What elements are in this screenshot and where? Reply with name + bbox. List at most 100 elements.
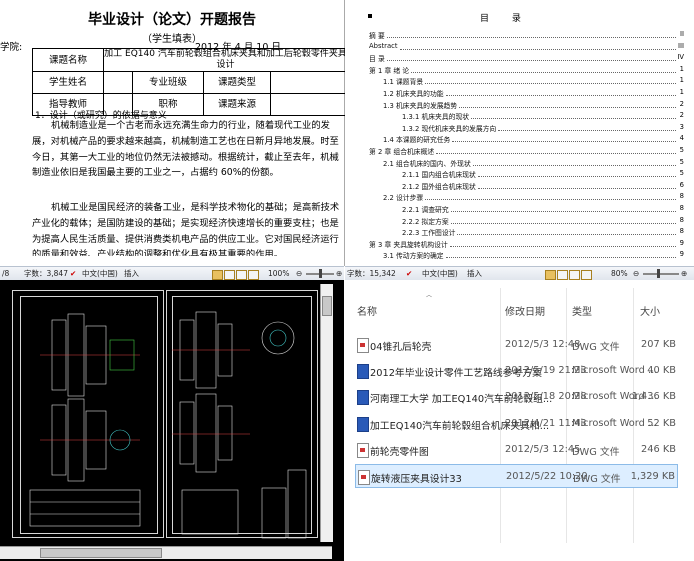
- zoom-in-icon[interactable]: ⊕: [336, 267, 342, 281]
- word-count[interactable]: 字数：3,847: [24, 267, 68, 281]
- file-row[interactable]: 04锥孔后轮壳 2012/5/3 12:48 DWG 文件 207 KB: [355, 333, 678, 357]
- toc-entry[interactable]: 1.2 机床夹具的功能: [383, 88, 444, 98]
- file-size: 1,329 KB: [630, 471, 675, 482]
- student-name-label: 学生姓名: [32, 71, 104, 94]
- file-date: 2012/5/3 12:45: [505, 443, 581, 455]
- toc-leader-dots: [473, 164, 676, 166]
- toc-entry[interactable]: 1.1 课题背景: [383, 76, 423, 86]
- toc-print-layout-icon[interactable]: [545, 270, 556, 280]
- page-count: /8: [2, 269, 10, 278]
- file-name: 04锥孔后轮壳: [370, 342, 432, 353]
- toc-entry[interactable]: 2.2.3 工作图设计: [402, 227, 455, 237]
- toc-leader-dots: [452, 141, 676, 143]
- file-type: DWG 文件: [572, 342, 620, 353]
- column-header-size[interactable]: 大小: [640, 303, 660, 318]
- word-file-icon: [357, 416, 369, 432]
- toc-leader-dots: [478, 187, 676, 189]
- toc-entry[interactable]: 2.2 设计步骤: [383, 192, 423, 202]
- toc-entry[interactable]: 目 录: [369, 53, 385, 63]
- column-header-date[interactable]: 修改日期: [505, 303, 545, 318]
- toc-zoom-out-icon[interactable]: ⊖: [633, 267, 639, 281]
- column-header-type[interactable]: 类型: [572, 303, 592, 318]
- reading-view-icon[interactable]: [224, 270, 235, 280]
- toc-leader-dots: [451, 222, 676, 224]
- cad-vertical-scrollbar[interactable]: [320, 284, 333, 542]
- file-size: 1,436 KB: [631, 391, 676, 403]
- cad-horizontal-scrollbar-thumb[interactable]: [40, 548, 162, 558]
- cad-vertical-scrollbar-thumb[interactable]: [322, 296, 332, 316]
- toc-page-number: 8: [679, 204, 684, 212]
- toc-entry[interactable]: 1.3.2 现代机床夹具的发展方向: [402, 123, 496, 133]
- fixture-drawing-2: [172, 311, 307, 539]
- toc-page-number: 9: [679, 238, 684, 247]
- toc-page-number: IV: [677, 53, 684, 62]
- toc-page-number: 2: [679, 99, 684, 108]
- toc-page-number: II: [679, 30, 684, 38]
- toc-entry[interactable]: 2.2.2 拟定方案: [402, 216, 449, 226]
- major-label: 专业班级: [132, 71, 204, 94]
- toc-entry[interactable]: 第 1 章 绪 论: [369, 65, 409, 75]
- toc-entry[interactable]: 3.1 传动方案的确定: [383, 250, 444, 260]
- toc-zoom-level[interactable]: 80%: [611, 267, 628, 281]
- file-row[interactable]: 前轮壳零件图 2012/5/3 12:45 DWG 文件 246 KB: [355, 438, 678, 462]
- toc-entry[interactable]: 2.1.1 国内组合机床现状: [402, 169, 476, 179]
- toc-page-number: 5: [679, 146, 684, 154]
- file-row[interactable]: 旋转液压夹具设计33 2012/5/22 10:20 DWG 文件 1,329 KB: [355, 464, 678, 488]
- toc-word-count[interactable]: 字数：15,342: [347, 267, 396, 281]
- toc-insert-mode[interactable]: 插入: [467, 267, 482, 281]
- topic-label: 课题名称: [32, 48, 104, 72]
- toc-entry[interactable]: 1.3.1 机床夹具的现状: [402, 111, 469, 121]
- toc-entry[interactable]: 摘 要: [369, 30, 385, 40]
- document-subtitle: （学生填表）: [142, 34, 202, 45]
- toc-zoom-slider-handle[interactable]: [657, 269, 660, 278]
- toc-entry[interactable]: 第 3 章 夹具旋转机构设计: [369, 239, 448, 249]
- web-layout-view-icon[interactable]: [236, 270, 247, 280]
- toc-language-indicator[interactable]: 中文(中国): [422, 267, 458, 281]
- toc-zoom-slider[interactable]: [643, 273, 679, 275]
- toc-proofing-icon[interactable]: ✔: [406, 267, 412, 281]
- toc-outline-view-icon[interactable]: [581, 270, 592, 280]
- toc-entry[interactable]: 第 2 章 组合机床概述: [369, 146, 434, 156]
- topic-value: 加工 EQ140 汽车前轮毂组合机床夹具和加工后轮毂零件夹具设计: [103, 48, 348, 72]
- file-size: 246 KB: [641, 443, 676, 455]
- print-layout-view-icon[interactable]: [212, 270, 223, 280]
- toc-web-layout-icon[interactable]: [569, 270, 580, 280]
- file-size: 52 KB: [647, 417, 676, 429]
- file-row[interactable]: 2012年毕业设计零件工艺路线参考方案 2012/5/19 21:23 Micros…: [355, 359, 678, 383]
- word-file-icon: [357, 390, 369, 406]
- toc-entry[interactable]: 2.1.2 国外组合机床现状: [402, 181, 476, 191]
- zoom-level[interactable]: 100%: [268, 267, 289, 281]
- toc-leader-dots: [425, 83, 676, 85]
- outline-view-icon[interactable]: [248, 270, 259, 280]
- zoom-out-icon[interactable]: ⊖: [296, 267, 302, 281]
- paragraph-2: 机械工业是国民经济的装备工业，是科学技术物化的基础；是高新技术产业化的载体；是国…: [32, 202, 340, 256]
- file-row[interactable]: 加工EQ140汽车前轮毂组合机床夹具和... 2012/4/21 11:43 Mic…: [355, 412, 678, 436]
- toc-leader-dots: [457, 234, 676, 236]
- source-value: [270, 93, 348, 116]
- language-indicator[interactable]: 中文(中国): [82, 267, 118, 281]
- toc-leader-dots: [459, 106, 676, 108]
- insert-mode[interactable]: 插入: [124, 267, 139, 281]
- column-header-name[interactable]: 名称: [357, 303, 377, 318]
- toc-entry[interactable]: 2.1 组合机床的国内、外现状: [383, 158, 471, 168]
- toc-reading-view-icon[interactable]: [557, 270, 568, 280]
- word-file-icon: [357, 364, 369, 380]
- file-row[interactable]: 河南理工大学 加工EQ140汽车前轮毂组... 2012/5/18 20:28 Mi…: [355, 385, 678, 409]
- zoom-slider-handle[interactable]: [319, 269, 322, 278]
- toc-entry[interactable]: Abstract: [369, 42, 398, 50]
- toc-leader-dots: [446, 257, 676, 259]
- toc-entry[interactable]: 2.2.1 调查研究: [402, 204, 449, 214]
- file-type: Microsoft Word ...: [572, 365, 658, 377]
- school-label: 学院:: [0, 42, 23, 53]
- file-type: DWG 文件: [572, 446, 620, 458]
- toc-leader-dots: [446, 95, 676, 96]
- toc-entry[interactable]: 1.3 机床夹具的发展趋势: [383, 100, 457, 110]
- table-of-contents-document: [345, 0, 694, 266]
- toc-leader-dots: [498, 129, 676, 131]
- toc-leader-dots: [436, 153, 676, 154]
- toc-entry[interactable]: 1.4 本课题的研究任务: [383, 134, 450, 144]
- paragraph-1: 机械制造业是一个古老而永远充满生命力的行业，随着现代工业的发展，对机械产品的要求…: [32, 120, 339, 179]
- toc-zoom-in-icon[interactable]: ⊕: [681, 267, 687, 281]
- file-type: DWG 文件: [573, 474, 621, 485]
- proofing-icon[interactable]: ✔: [70, 267, 76, 281]
